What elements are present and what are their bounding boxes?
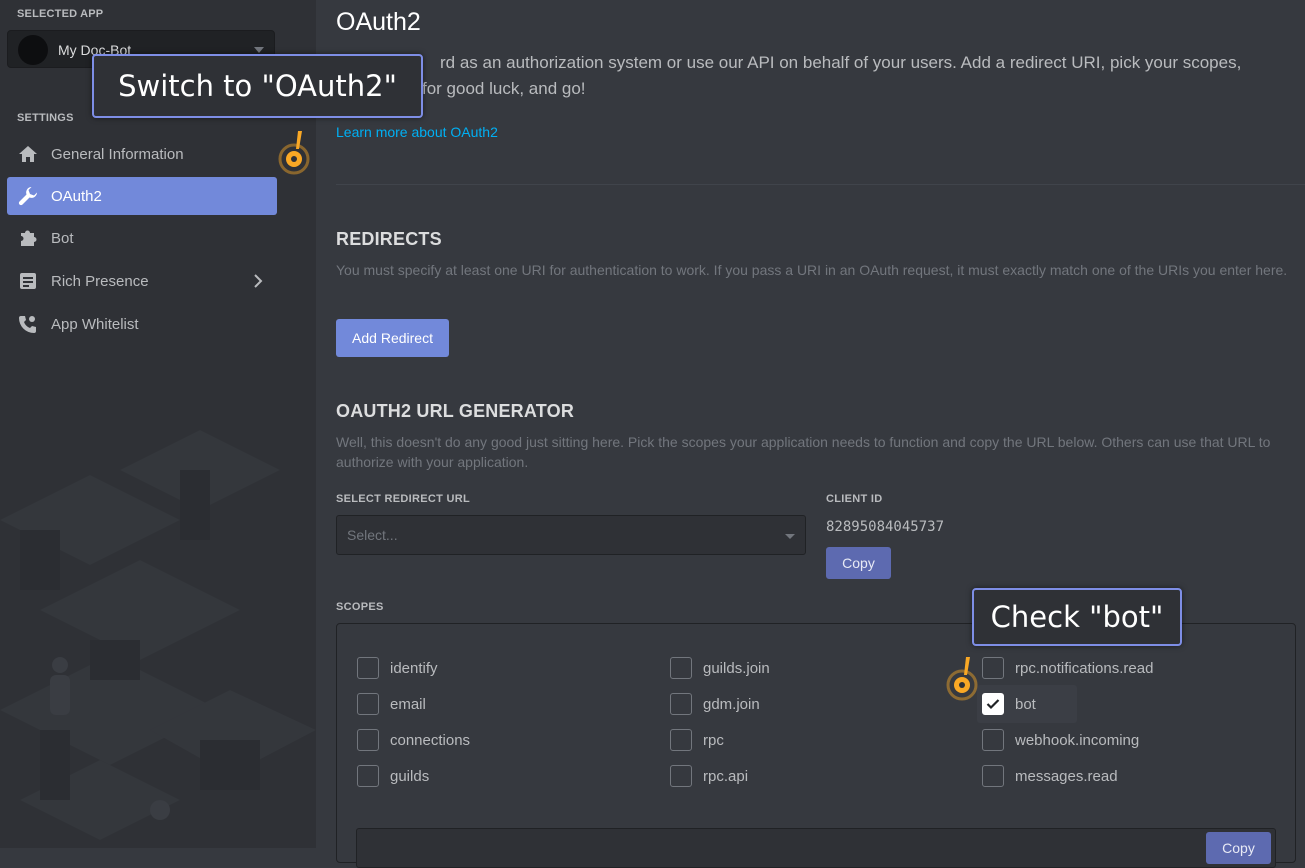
checkbox[interactable] bbox=[670, 765, 692, 787]
sidebar-item-label: OAuth2 bbox=[51, 187, 102, 205]
redirect-url-select[interactable]: Select... bbox=[336, 515, 806, 555]
scope-label: rpc bbox=[703, 731, 724, 749]
checkbox[interactable] bbox=[357, 729, 379, 751]
scope-label: email bbox=[390, 695, 426, 713]
sidebar: SELECTED APP My Doc-Bot SETTINGS General… bbox=[0, 0, 316, 848]
scope-connections[interactable]: connections bbox=[357, 727, 470, 753]
scope-label: identify bbox=[390, 659, 438, 677]
page-title: OAuth2 bbox=[336, 8, 421, 36]
checkbox[interactable] bbox=[982, 765, 1004, 787]
document-icon bbox=[17, 270, 39, 292]
scope-webhook-incoming[interactable]: webhook.incoming bbox=[982, 727, 1139, 753]
page-description-line1: rd as an authorization system or use our… bbox=[440, 53, 1242, 72]
divider bbox=[336, 184, 1305, 185]
client-id-label: CLIENT ID bbox=[826, 493, 883, 505]
checkbox-checked[interactable] bbox=[982, 693, 1004, 715]
chevron-right-icon bbox=[253, 274, 263, 293]
copy-client-id-button[interactable]: Copy bbox=[826, 547, 891, 579]
checkmark-icon bbox=[986, 699, 1000, 710]
redirect-url-placeholder: Select... bbox=[347, 527, 398, 543]
checkbox[interactable] bbox=[357, 693, 379, 715]
scope-guilds-join[interactable]: guilds.join bbox=[670, 655, 770, 681]
sidebar-item-label: Bot bbox=[51, 229, 74, 247]
scope-label: rpc.api bbox=[703, 767, 749, 785]
scope-label: rpc.notifications.read bbox=[1015, 659, 1154, 677]
sidebar-item-oauth2[interactable]: OAuth2 bbox=[7, 177, 277, 215]
checkbox[interactable] bbox=[670, 657, 692, 679]
checkbox[interactable] bbox=[670, 693, 692, 715]
hint-marker-icon bbox=[278, 131, 310, 175]
sidebar-background-art bbox=[0, 430, 316, 840]
hint-marker-icon bbox=[946, 657, 978, 701]
selected-app-label: SELECTED APP bbox=[17, 8, 104, 20]
home-icon bbox=[17, 143, 39, 165]
sidebar-item-app-whitelist[interactable]: App Whitelist bbox=[7, 305, 277, 343]
page-description-line2: for good luck, and go! bbox=[422, 79, 586, 98]
checkbox[interactable] bbox=[357, 657, 379, 679]
sidebar-item-bot[interactable]: Bot bbox=[7, 219, 277, 257]
scope-label: webhook.incoming bbox=[1015, 731, 1140, 749]
sidebar-item-rich-presence[interactable]: Rich Presence bbox=[7, 262, 277, 300]
url-generator-title: OAUTH2 URL GENERATOR bbox=[336, 401, 575, 421]
sidebar-item-general-information[interactable]: General Information bbox=[7, 135, 277, 173]
scope-label: guilds bbox=[390, 767, 430, 785]
chevron-down-icon bbox=[785, 534, 795, 539]
sidebar-item-label: Rich Presence bbox=[51, 272, 149, 290]
client-id-value: 82895084045737 bbox=[826, 519, 945, 535]
scope-label: gdm.join bbox=[703, 695, 760, 713]
scope-rpc[interactable]: rpc bbox=[670, 727, 724, 753]
scope-label: messages.read bbox=[1015, 767, 1118, 785]
wrench-icon bbox=[17, 185, 39, 207]
scope-email[interactable]: email bbox=[357, 691, 426, 717]
tutorial-callout-switch: Switch to "OAuth2" bbox=[92, 54, 423, 118]
url-generator-description: Well, this doesn't do any good just sitt… bbox=[336, 434, 1271, 470]
checkbox[interactable] bbox=[982, 729, 1004, 751]
app-avatar bbox=[18, 35, 48, 65]
add-redirect-button[interactable]: Add Redirect bbox=[336, 319, 449, 357]
redirects-description: You must specify at least one URI for au… bbox=[336, 262, 1288, 278]
learn-more-link[interactable]: Learn more about OAuth2 bbox=[336, 124, 498, 140]
scope-identify[interactable]: identify bbox=[357, 655, 438, 681]
scope-label: connections bbox=[390, 731, 471, 749]
scope-gdm-join[interactable]: gdm.join bbox=[670, 691, 760, 717]
main-content: OAuth2 rd as an authorization system or … bbox=[316, 0, 1305, 868]
settings-label: SETTINGS bbox=[17, 112, 74, 124]
scope-messages-read[interactable]: messages.read bbox=[982, 763, 1118, 789]
tutorial-callout-check-bot: Check "bot" bbox=[972, 588, 1182, 646]
redirects-title: REDIRECTS bbox=[336, 229, 442, 249]
sidebar-item-label: App Whitelist bbox=[51, 315, 139, 333]
copy-url-button[interactable]: Copy bbox=[1206, 832, 1271, 864]
person-phone-icon bbox=[17, 313, 39, 335]
checkbox[interactable] bbox=[982, 657, 1004, 679]
scope-bot[interactable]: bot bbox=[982, 691, 1036, 717]
redirect-url-label: SELECT REDIRECT URL bbox=[336, 493, 471, 505]
sidebar-item-label: General Information bbox=[51, 145, 184, 163]
chevron-down-icon bbox=[254, 47, 264, 53]
puzzle-icon bbox=[17, 227, 39, 249]
scope-rpc-notifications-read[interactable]: rpc.notifications.read bbox=[982, 655, 1153, 681]
checkbox[interactable] bbox=[357, 765, 379, 787]
scopes-label: SCOPES bbox=[336, 601, 384, 613]
scope-label: bot bbox=[1015, 695, 1036, 713]
scope-rpc-api[interactable]: rpc.api bbox=[670, 763, 748, 789]
generated-url-field[interactable] bbox=[356, 828, 1276, 868]
scope-guilds[interactable]: guilds bbox=[357, 763, 429, 789]
checkbox[interactable] bbox=[670, 729, 692, 751]
scope-label: guilds.join bbox=[703, 659, 770, 677]
